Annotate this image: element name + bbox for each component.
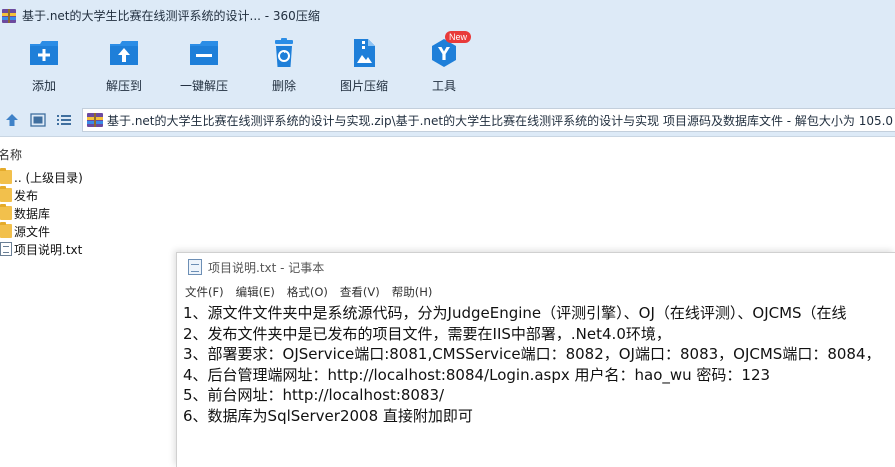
column-header-name[interactable]: 名称 [0,146,22,163]
up-level-button[interactable] [4,112,20,128]
menu-help[interactable]: 帮助(H) [392,284,433,300]
notepad-menu-bar: 文件(F) 编辑(E) 格式(O) 查看(V) 帮助(H) [177,283,435,301]
list-item-file[interactable]: 项目说明.txt [0,240,82,258]
menu-edit[interactable]: 编辑(E) [236,284,275,300]
menu-file[interactable]: 文件(F) [185,284,224,300]
text-line: 6、数据库为SqlServer2008 直接附加即可 [183,406,473,425]
delete-icon [268,37,300,69]
image-compress-label: 图片压缩 [339,79,388,93]
list-item-label: 项目说明.txt [14,242,83,257]
archive-manager-window: 基于.net的大学生比赛在线测评系统的设计... - 360压缩 添加 解压到 … [0,0,895,467]
window-title: 基于.net的大学生比赛在线测评系统的设计... - 360压缩 [22,8,320,23]
new-badge: New [445,31,472,43]
arrow-up-icon [6,114,18,126]
folder-icon [0,222,12,238]
notepad-icon [188,259,202,275]
list-view-button[interactable] [56,112,72,128]
path-text: 基于.net的大学生比赛在线测评系统的设计与实现.zip\基于.net的大学生比… [107,113,895,128]
list-item-label: 数据库 [14,206,51,221]
text-line: 5、前台网址：http://localhost:8083/ [183,386,445,405]
archive-app-icon [2,8,16,23]
thumbnail-view-button[interactable] [30,112,46,128]
text-line: 2、发布文件夹中是已发布的项目文件，需要在IIS中部署，.Net4.0环境， [183,324,671,343]
text-line: 4、后台管理端网址：http://localhost:8084/Login.as… [183,365,771,384]
delete-button[interactable]: 删除 [244,37,324,95]
list-item-folder[interactable]: 发布 [0,186,38,204]
list-item-folder[interactable]: 源文件 [0,222,50,240]
notepad-text-area[interactable]: 1、源文件文件夹中是系统源代码，分为JudgeEngine（评测引擎）、OJ（在… [183,303,895,427]
view-icon [30,113,46,127]
address-bar: 基于.net的大学生比赛在线测评系统的设计与实现.zip\基于.net的大学生比… [0,103,895,137]
list-item-label: .. (上级目录) [14,170,83,185]
list-item-label: 源文件 [14,224,51,239]
list-item-folder[interactable]: 数据库 [0,204,50,222]
add-label: 添加 [31,79,56,93]
one-click-extract-label: 一键解压 [179,79,228,93]
one-click-extract-button[interactable]: 一键解压 [164,37,244,95]
notepad-title: 项目说明.txt - 记事本 [208,260,325,275]
tools-label: 工具 [431,79,456,93]
text-line: 1、源文件文件夹中是系统源代码，分为JudgeEngine（评测引擎）、OJ（在… [183,304,847,322]
extract-to-label: 解压到 [105,79,142,93]
folder-icon [0,168,12,184]
notepad-window: 项目说明.txt - 记事本 文件(F) 编辑(E) 格式(O) 查看(V) 帮… [176,252,895,467]
title-bar: 基于.net的大学生比赛在线测评系统的设计... - 360压缩 [0,0,895,30]
zip-file-icon [87,112,103,128]
delete-label: 删除 [271,79,296,93]
list-view-icon [57,115,71,125]
path-field[interactable]: 基于.net的大学生比赛在线测评系统的设计与实现.zip\基于.net的大学生比… [82,108,895,132]
extract-to-button[interactable]: 解压到 [84,37,164,95]
notepad-title-bar[interactable]: 项目说明.txt - 记事本 [177,253,895,281]
text-line: 3、部署要求：OJService端口:8081,CMSService端口：808… [183,345,881,364]
add-icon [28,37,60,69]
image-compress-icon [348,37,380,69]
main-toolbar: 添加 解压到 一键解压 删除 图片压缩 New 工具 [0,30,895,103]
text-file-icon [0,242,12,256]
add-button[interactable]: 添加 [4,37,84,95]
one-click-extract-icon [188,37,220,69]
tools-button[interactable]: New 工具 [404,31,484,95]
image-compress-button[interactable]: 图片压缩 [324,37,404,95]
menu-format[interactable]: 格式(O) [287,284,328,300]
extract-to-icon [108,37,140,69]
list-item-parent-dir[interactable]: .. (上级目录) [0,168,83,186]
folder-icon [0,204,12,220]
list-item-label: 发布 [14,188,39,203]
menu-view[interactable]: 查看(V) [340,284,380,300]
folder-icon [0,186,12,202]
